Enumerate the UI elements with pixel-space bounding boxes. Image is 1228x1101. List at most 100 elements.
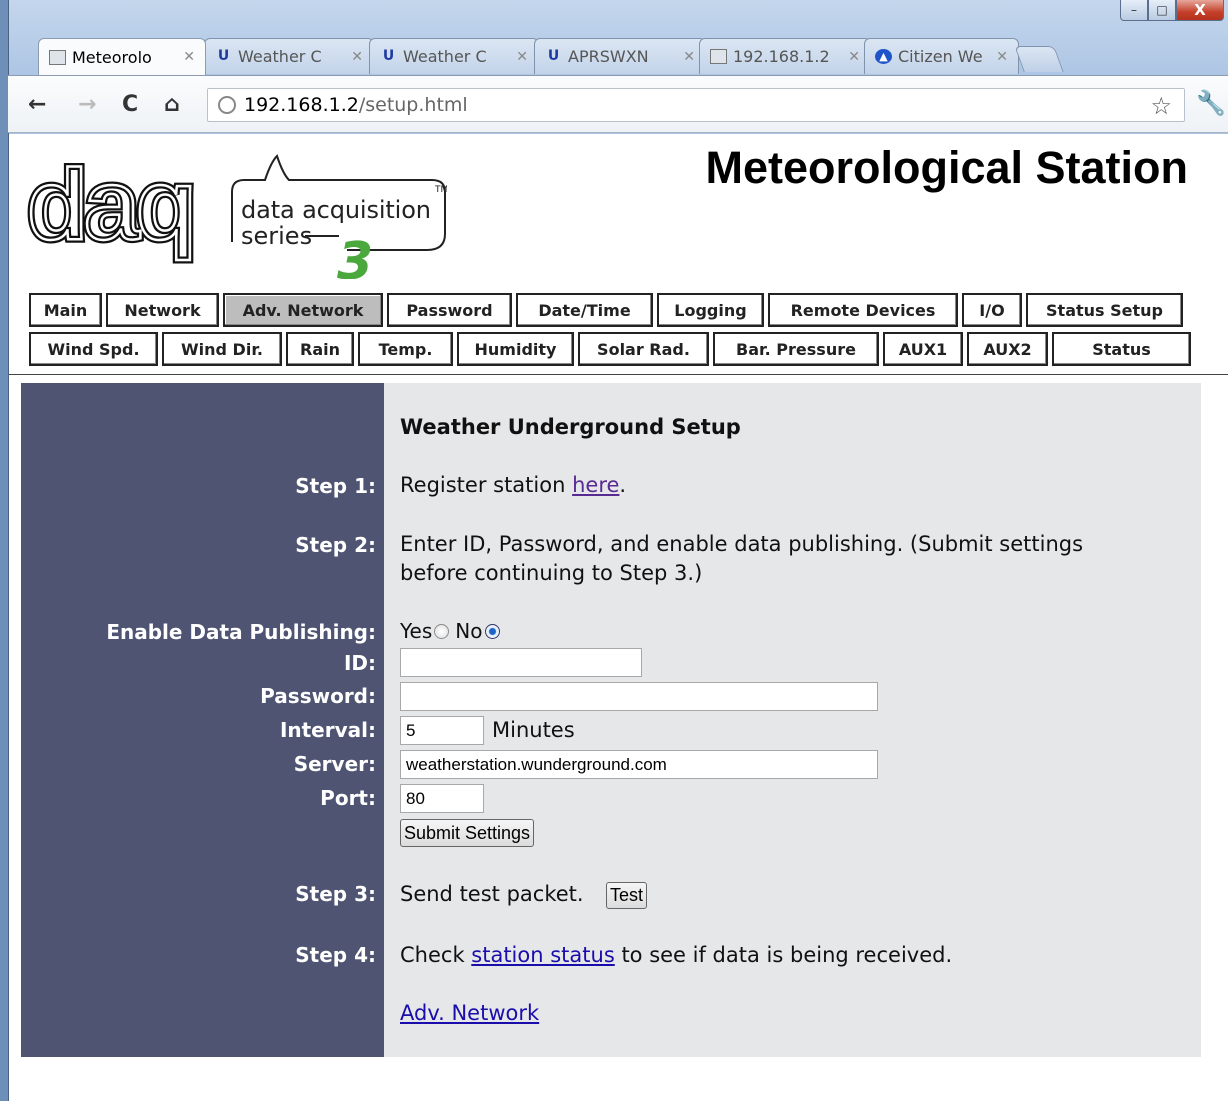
wunderground-icon: U [217, 48, 230, 64]
tab-label: Citizen We [898, 47, 983, 66]
logo-daq-inline: daq [27, 154, 193, 261]
step2-label: Step 2: [295, 533, 376, 557]
port-field[interactable]: 80 [400, 784, 484, 813]
browser-toolbar: ← → C ⌂ 192.168.1.2/setup.html ☆ 🔧 [8, 75, 1228, 133]
yes-label: Yes [400, 619, 433, 643]
station-status-link[interactable]: station status [471, 943, 614, 967]
form-column: Weather Underground Setup Register stati… [384, 383, 1201, 1057]
nav-aux2[interactable]: AUX2 [967, 332, 1048, 366]
nav-temperature[interactable]: Temp. [358, 332, 453, 366]
labels-column: Step 1: Step 2: Enable Data Publishing: … [21, 383, 384, 1057]
nav-wind-direction[interactable]: Wind Dir. [162, 332, 282, 366]
step2-text: Enter ID, Password, and enable data publ… [400, 530, 1083, 588]
tab-ip-address[interactable]: 192.168.1.2 ✕ [699, 38, 871, 74]
tab-citizen-weather[interactable]: ▲ Citizen We ✕ [864, 38, 1019, 74]
test-button[interactable]: Test [606, 882, 648, 909]
nav-remote-devices[interactable]: Remote Devices [768, 293, 958, 327]
wunderground-icon: U [547, 48, 560, 64]
adv-network-link[interactable]: Adv. Network [400, 1001, 539, 1025]
tab-weather-2[interactable]: U Weather C ✕ [369, 38, 539, 74]
tab-aprswxn[interactable]: U APRSWXN ✕ [534, 38, 706, 74]
nav-humidity[interactable]: Humidity [457, 332, 574, 366]
nav-adv-network[interactable]: Adv. Network [223, 293, 383, 327]
logo-subtitle-2: series [241, 222, 312, 250]
step2-line2: before continuing to Step 3.) [400, 561, 703, 585]
back-arrow-icon[interactable]: ← [28, 94, 46, 116]
url-path: /setup.html [358, 94, 468, 116]
step4-suffix: to see if data is being received. [614, 943, 953, 967]
globe-icon [218, 96, 236, 114]
submit-settings-button[interactable]: Submit Settings [400, 819, 535, 847]
form-heading: Weather Underground Setup [400, 415, 741, 439]
step4-prefix: Check [400, 943, 472, 967]
reload-icon[interactable]: C [122, 94, 138, 116]
page-title: Meteorological Station [705, 142, 1188, 193]
step1-prefix: Register station [400, 473, 573, 497]
cwop-icon: ▲ [875, 49, 892, 64]
step4-label: Step 4: [295, 943, 376, 967]
nav-network[interactable]: Network [106, 293, 219, 327]
tab-label: Meteorolo [72, 47, 152, 67]
server-label: Server: [293, 752, 376, 776]
bookmark-star-icon[interactable]: ☆ [1150, 92, 1172, 120]
tab-close-icon[interactable]: ✕ [183, 49, 195, 65]
tab-close-icon[interactable]: ✕ [996, 49, 1008, 65]
nav-status-setup[interactable]: Status Setup [1026, 293, 1183, 327]
id-field[interactable] [400, 648, 642, 677]
tab-close-icon[interactable]: ✕ [351, 49, 363, 65]
interval-unit: Minutes [492, 718, 575, 742]
back-link-wrap: Adv. Network [400, 999, 539, 1028]
step3-label: Step 3: [295, 882, 376, 906]
id-label: ID: [343, 651, 376, 675]
nav-bar-pressure[interactable]: Bar. Pressure [713, 332, 879, 366]
daq-logo-graphic: daq daq data acquisition series 3 TM [24, 146, 449, 293]
yes-radio[interactable] [434, 624, 450, 639]
nav-aux1[interactable]: AUX1 [883, 332, 963, 366]
nav-rain[interactable]: Rain [286, 332, 354, 366]
nav-main[interactable]: Main [29, 293, 102, 327]
step4-text: Check station status to see if data is b… [400, 941, 952, 970]
nav-password[interactable]: Password [387, 293, 512, 327]
home-icon[interactable]: ⌂ [164, 94, 180, 116]
nav-io[interactable]: I/O [962, 293, 1022, 327]
page-icon [710, 49, 727, 64]
nav-wind-speed[interactable]: Wind Spd. [29, 332, 158, 366]
nav-solar-radiation[interactable]: Solar Rad. [578, 332, 709, 366]
nav-row-2: Wind Spd. Wind Dir. Rain Temp. Humidity … [29, 332, 1195, 366]
port-label: Port: [320, 786, 376, 810]
address-bar[interactable]: 192.168.1.2/setup.html ☆ [207, 88, 1185, 122]
tab-close-icon[interactable]: ✕ [848, 49, 860, 65]
page-icon [49, 49, 66, 65]
server-field[interactable]: weatherstation.wunderground.com [400, 750, 878, 779]
logo-number: 3 [337, 232, 373, 279]
register-here-link[interactable]: here [572, 473, 619, 497]
tab-close-icon[interactable]: ✕ [516, 49, 528, 65]
password-label: Password: [260, 684, 376, 708]
nav-date-time[interactable]: Date/Time [516, 293, 653, 327]
no-label: No [455, 619, 483, 643]
step1-text: Register station here. [400, 471, 626, 500]
wrench-icon[interactable]: 🔧 [1196, 89, 1226, 117]
wunderground-icon: U [382, 48, 395, 64]
window-controls: – □ X [1120, 0, 1224, 22]
nav-logging[interactable]: Logging [657, 293, 764, 327]
tab-meteorological[interactable]: Meteorolo ✕ [38, 38, 206, 75]
nav-status[interactable]: Status [1052, 332, 1191, 366]
no-radio[interactable] [484, 624, 500, 639]
interval-field[interactable]: 5 [400, 716, 484, 745]
tab-label: 192.168.1.2 [733, 47, 830, 66]
step1-suffix: . [619, 473, 627, 497]
nav-row-1: Main Network Adv. Network Password Date/… [29, 293, 1187, 327]
page-content: daq daq data acquisition series 3 TM Met… [9, 134, 1228, 1101]
header-divider [9, 374, 1228, 375]
password-field[interactable] [400, 682, 878, 711]
tab-label: Weather C [238, 47, 322, 66]
enable-publishing-label: Enable Data Publishing: [106, 620, 376, 644]
step2-line1: Enter ID, Password, and enable data publ… [400, 532, 1084, 556]
minimize-button[interactable]: – [1120, 0, 1148, 21]
forward-arrow-icon[interactable]: → [78, 94, 96, 116]
tab-weather-1[interactable]: U Weather C ✕ [204, 38, 374, 74]
close-window-button[interactable]: X [1176, 0, 1224, 21]
maximize-button[interactable]: □ [1148, 0, 1176, 21]
tab-close-icon[interactable]: ✕ [683, 49, 695, 65]
